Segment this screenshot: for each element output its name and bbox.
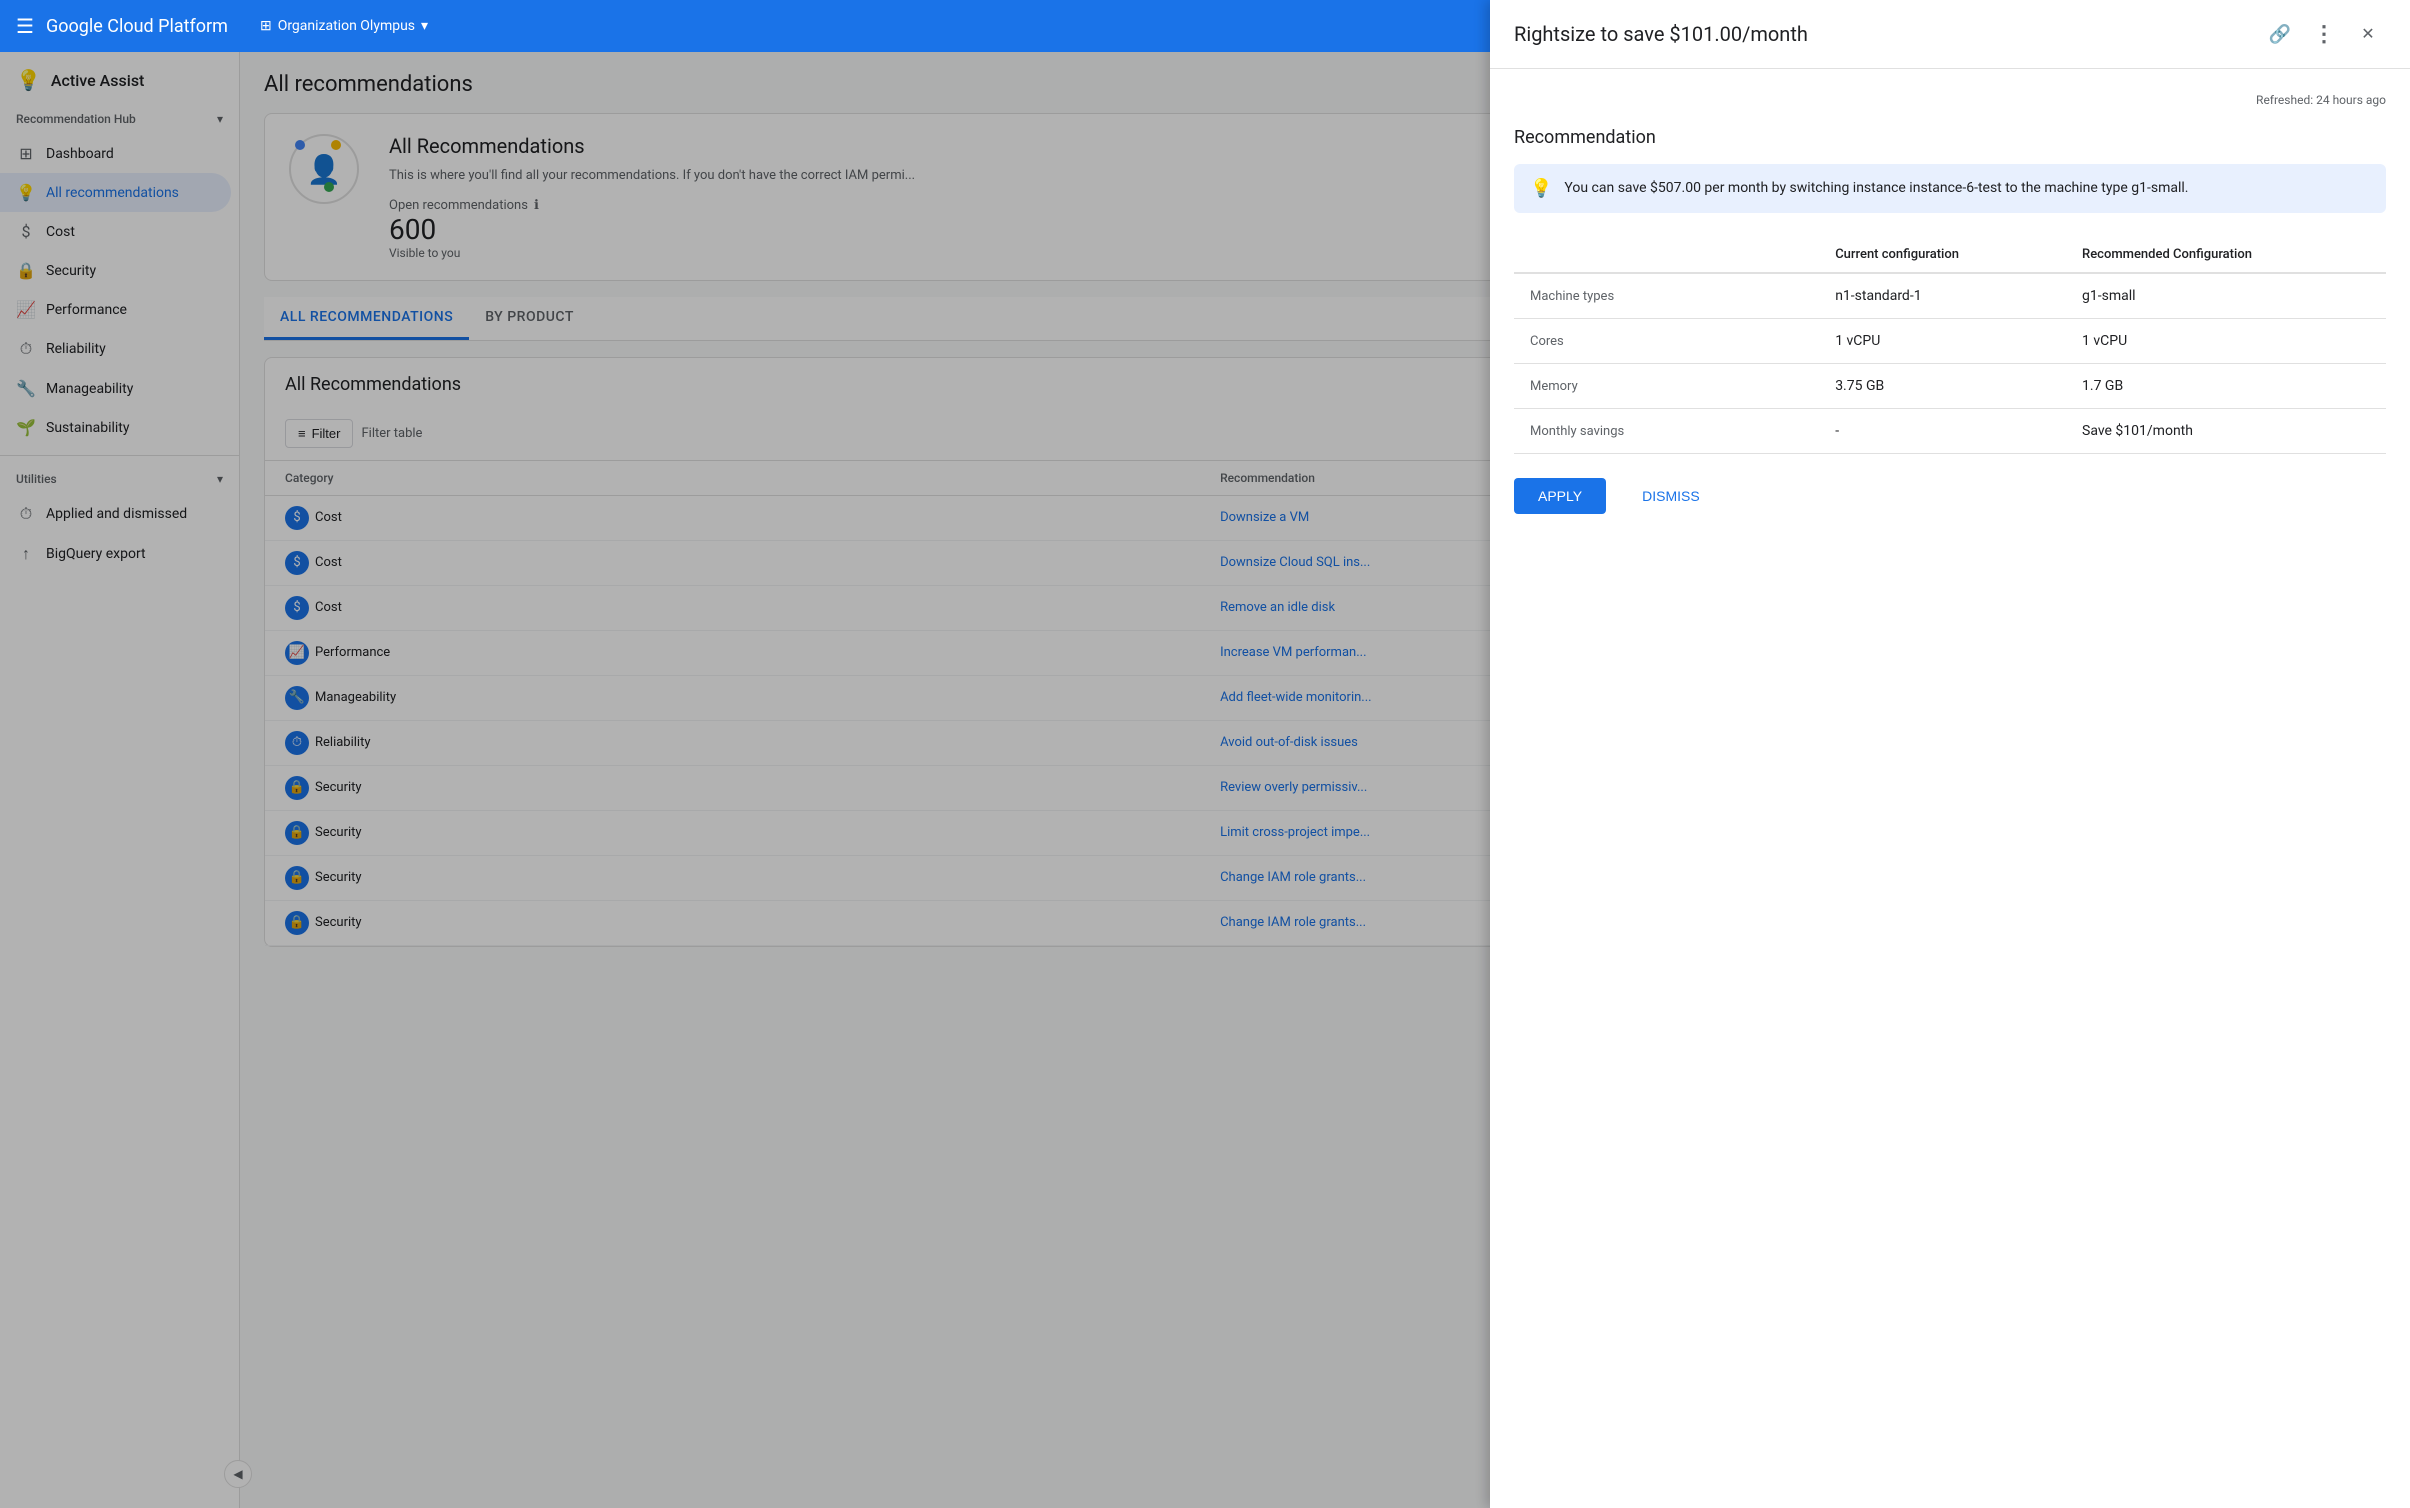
close-icon: ✕: [2361, 24, 2374, 44]
prop-cell: Cores: [1514, 319, 1819, 364]
comparison-row: Memory 3.75 GB 1.7 GB: [1514, 364, 2386, 409]
comp-col-property: [1514, 237, 1819, 273]
panel-body: Refreshed: 24 hours ago Recommendation 💡…: [1490, 69, 2410, 1508]
link-copy-icon: 🔗: [2269, 24, 2291, 45]
recommended-cell: Save $101/month: [2066, 409, 2386, 454]
org-selector[interactable]: ⊞ Organization Olympus ▾: [260, 18, 428, 34]
panel-title: Rightsize to save $101.00/month: [1514, 22, 1808, 46]
comparison-row: Machine types n1-standard-1 g1-small: [1514, 273, 2386, 319]
current-cell: 1 vCPU: [1819, 319, 2066, 364]
panel-header: Rightsize to save $101.00/month 🔗 ⋮ ✕: [1490, 0, 2410, 69]
app-title: Google Cloud Platform: [46, 16, 228, 37]
current-cell: -: [1819, 409, 2066, 454]
panel-footer-actions: APPLY DISMISS: [1514, 478, 2386, 514]
info-bulb-icon: 💡: [1530, 178, 1552, 199]
detail-panel: Rightsize to save $101.00/month 🔗 ⋮ ✕ Re…: [1490, 0, 2410, 1508]
rec-info-text: You can save $507.00 per month by switch…: [1564, 178, 2188, 199]
panel-close-button[interactable]: ✕: [2350, 16, 2386, 52]
panel-more-button[interactable]: ⋮: [2306, 16, 2342, 52]
current-cell: 3.75 GB: [1819, 364, 2066, 409]
apply-button[interactable]: APPLY: [1514, 478, 1606, 514]
prop-cell: Memory: [1514, 364, 1819, 409]
chevron-down-icon: ▾: [421, 18, 428, 34]
dismiss-button[interactable]: DISMISS: [1618, 478, 1724, 514]
org-icon: ⊞: [260, 18, 272, 34]
org-name: Organization Olympus: [278, 18, 415, 34]
more-vert-icon: ⋮: [2313, 21, 2335, 47]
prop-cell: Machine types: [1514, 273, 1819, 319]
comparison-row: Monthly savings - Save $101/month: [1514, 409, 2386, 454]
recommended-cell: 1 vCPU: [2066, 319, 2386, 364]
refreshed-text: Refreshed: 24 hours ago: [1514, 93, 2386, 107]
panel-actions: 🔗 ⋮ ✕: [2262, 16, 2386, 52]
panel-link-button[interactable]: 🔗: [2262, 16, 2298, 52]
hamburger-icon[interactable]: ☰: [16, 14, 34, 38]
rec-info-box: 💡 You can save $507.00 per month by swit…: [1514, 164, 2386, 213]
current-cell: n1-standard-1: [1819, 273, 2066, 319]
comparison-row: Cores 1 vCPU 1 vCPU: [1514, 319, 2386, 364]
comp-col-recommended: Recommended Configuration: [2066, 237, 2386, 273]
prop-cell: Monthly savings: [1514, 409, 1819, 454]
panel-section-title: Recommendation: [1514, 127, 2386, 148]
comp-col-current: Current configuration: [1819, 237, 2066, 273]
recommended-cell: g1-small: [2066, 273, 2386, 319]
recommended-cell: 1.7 GB: [2066, 364, 2386, 409]
comparison-table: Current configuration Recommended Config…: [1514, 237, 2386, 454]
